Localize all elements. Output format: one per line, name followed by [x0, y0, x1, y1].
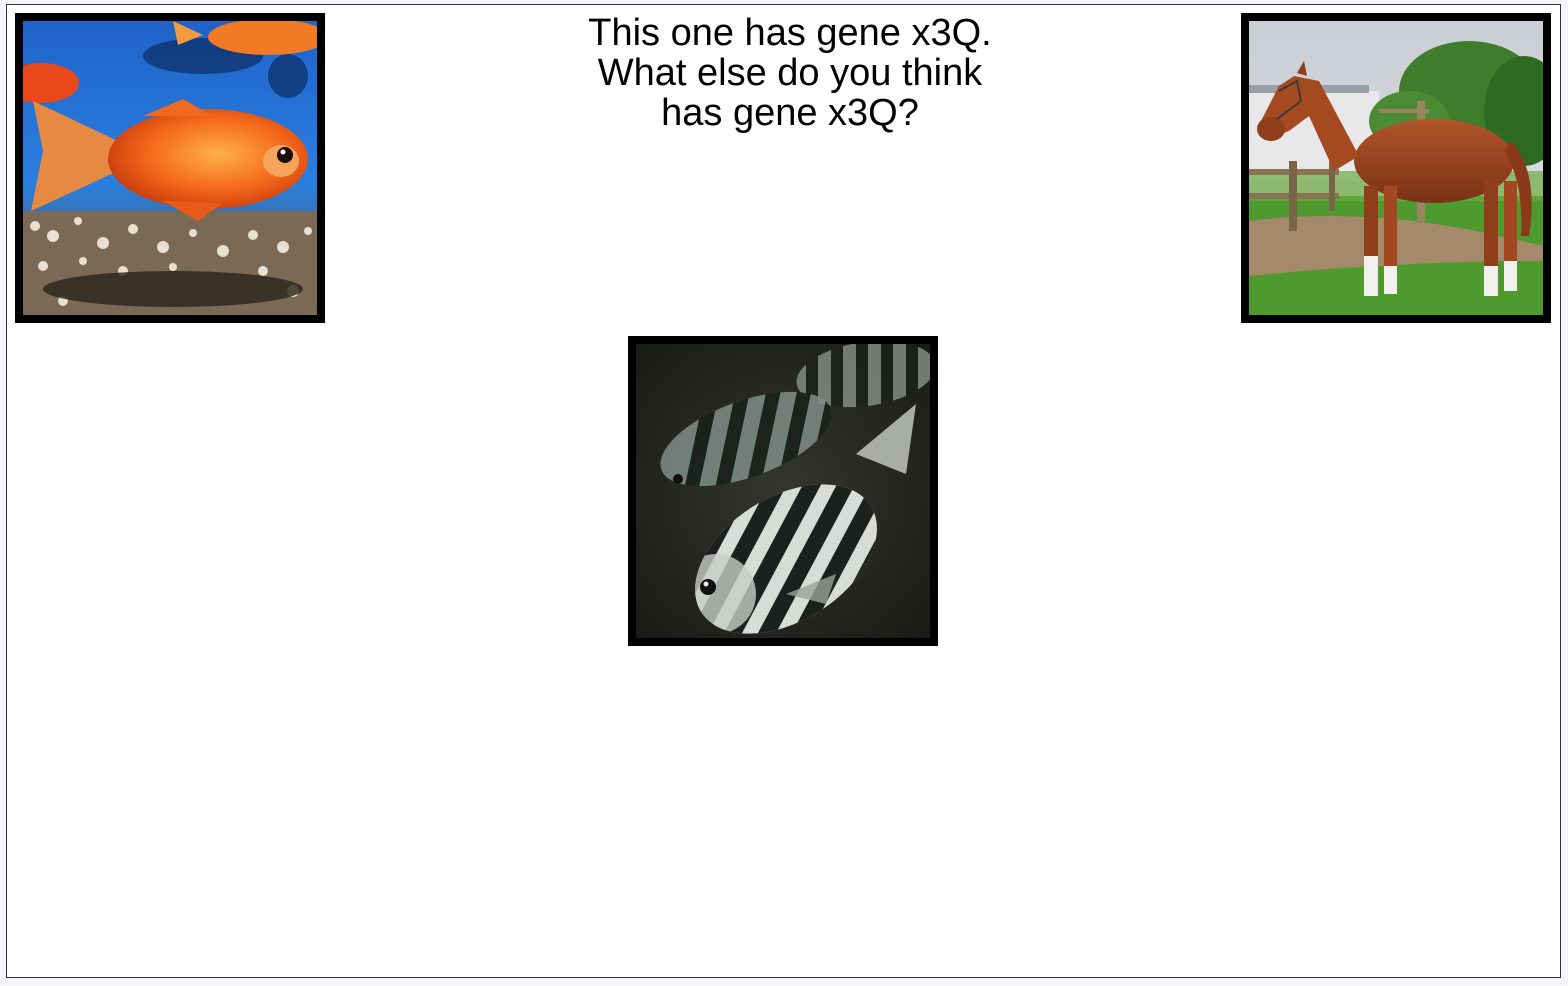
striped-fish-image	[636, 344, 930, 638]
horse-choice-card[interactable]	[1241, 13, 1551, 323]
example-fish-card	[628, 336, 938, 646]
horse-image	[1249, 21, 1543, 315]
question-prompt: This one has gene x3Q. What else do you …	[490, 13, 1090, 133]
goldfish-choice-card[interactable]	[15, 13, 325, 323]
question-line-2: What else do you think	[597, 52, 983, 94]
goldfish-image	[23, 21, 317, 315]
task-panel: This one has gene x3Q. What else do you …	[6, 4, 1561, 978]
question-line-1: This one has gene x3Q.	[588, 12, 992, 54]
question-line-3: has gene x3Q?	[661, 92, 919, 134]
